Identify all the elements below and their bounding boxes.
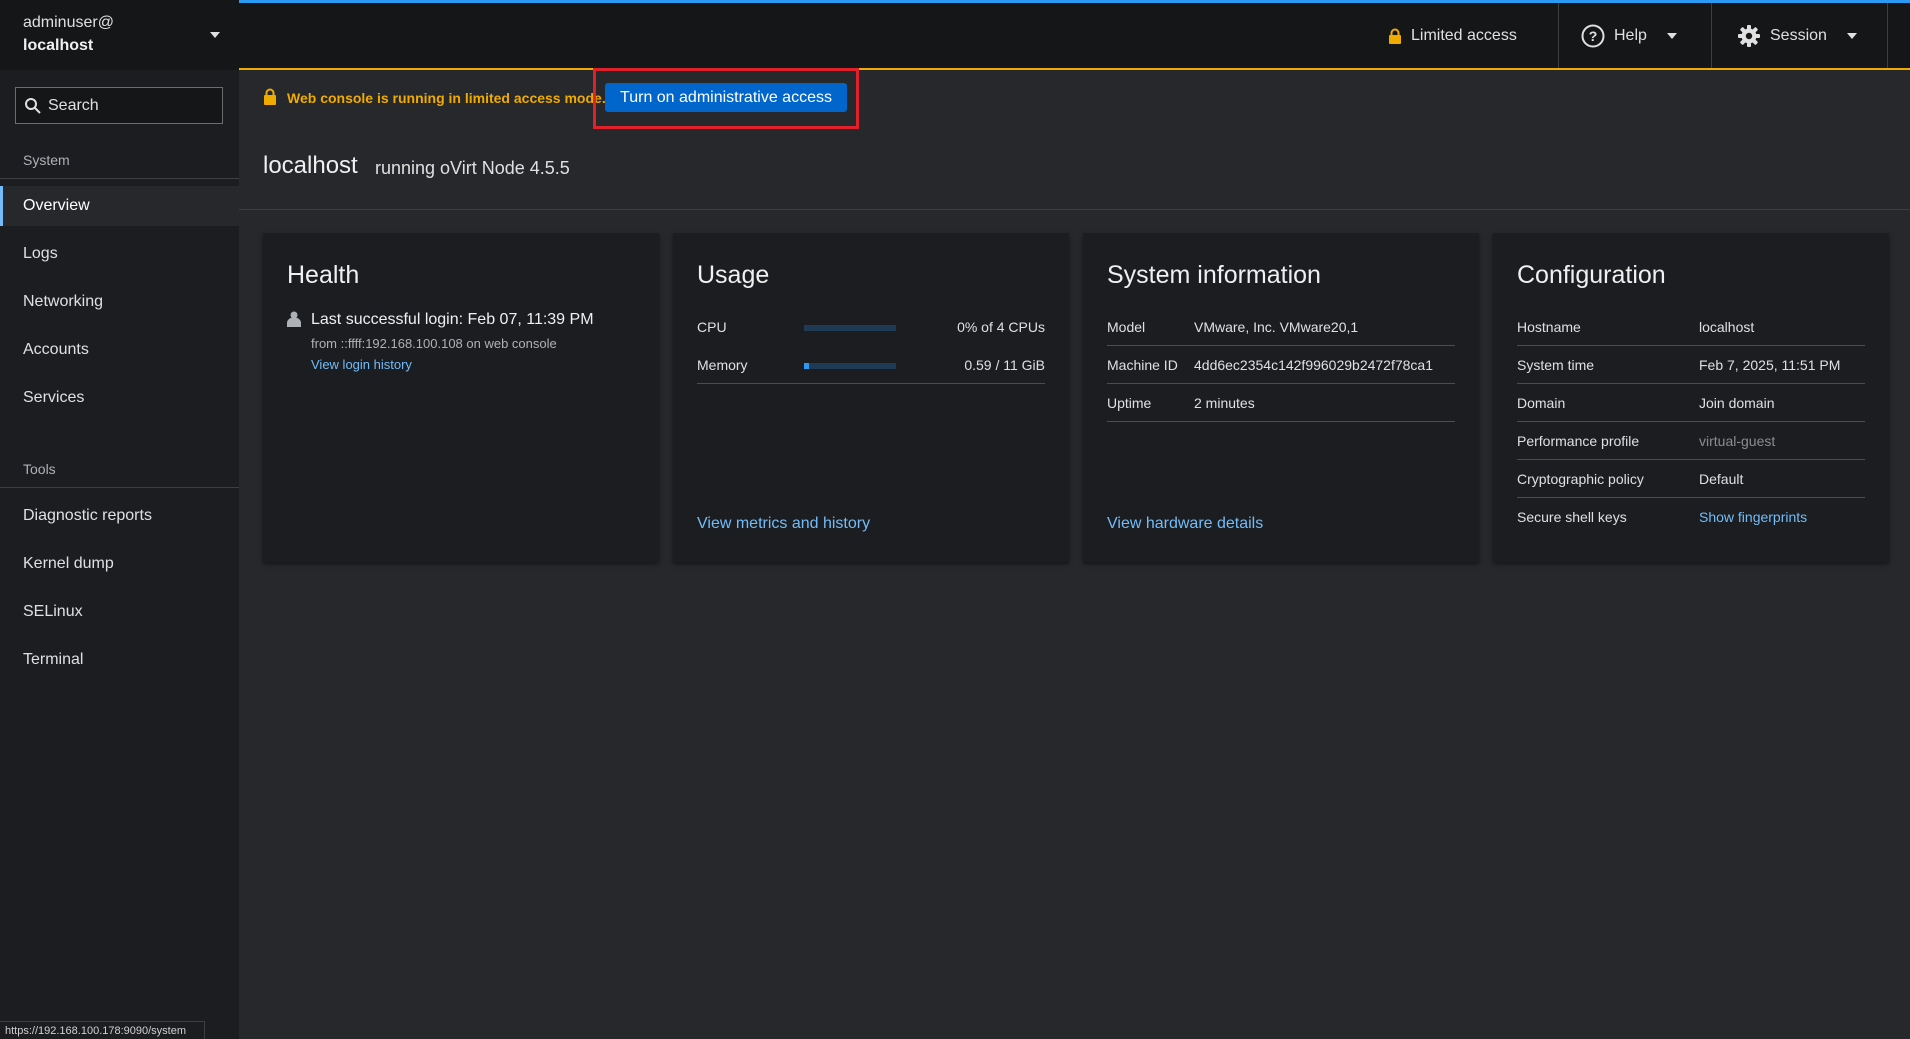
view-login-history-link[interactable]: View login history [311,357,412,372]
model-label: Model [1107,319,1146,335]
model-value: VMware, Inc. VMware20,1 [1194,319,1359,335]
nav-section-tools: Tools [23,461,56,477]
help-menu-button[interactable]: ? Help [1581,3,1677,68]
help-icon: ? [1581,24,1605,48]
health-card: Health Last successful login: Feb 07, 11… [263,233,659,562]
status-url: https://192.168.100.178:9090/system [0,1021,205,1039]
row-divider [1107,345,1455,346]
topbar-separator [1558,3,1559,68]
lock-icon [263,88,277,110]
memory-usage-bar [804,363,896,369]
chevron-down-icon [210,32,220,38]
limited-access-button[interactable]: Limited access [1388,3,1517,68]
svg-text:?: ? [1589,28,1598,44]
nav-section-system: System [23,152,70,168]
domain-label: Domain [1517,395,1566,411]
search-icon [25,98,41,114]
configuration-card: Configuration Hostname localhost System … [1493,233,1889,562]
memory-usage-fill [804,363,809,369]
sidebar-item-selinux[interactable]: SELinux [0,592,239,632]
performance-profile-label: Performance profile [1517,433,1640,449]
topbar-separator [1711,3,1712,68]
nav-divider [0,487,239,488]
search-input[interactable]: Search [15,87,223,124]
limited-access-alert: Web console is running in limited access… [287,90,606,106]
system-time-value: Feb 7, 2025, 11:51 PM [1699,357,1841,373]
card-title: Health [287,261,360,289]
row-divider [1517,497,1865,498]
sidebar-item-kernel-dump[interactable]: Kernel dump [0,544,239,584]
search-label: Search [48,97,99,114]
machine-id-value: 4dd6ec2354c142f996029b2472f78ca1 [1194,357,1434,373]
sidebar-item-logs[interactable]: Logs [0,234,239,274]
sidebar-item-diagnostic-reports[interactable]: Diagnostic reports [0,496,239,536]
card-title: Usage [697,261,770,289]
sidebar-item-services[interactable]: Services [0,378,239,418]
topbar-separator [1887,3,1888,68]
top-bar: Limited access ? Help Session [239,0,1910,70]
sidebar-item-networking[interactable]: Networking [0,282,239,322]
hostname-value: localhost [1699,319,1755,335]
chevron-down-icon [1846,32,1857,39]
cpu-label: CPU [697,319,727,335]
session-label: Session [1770,26,1827,44]
page-subtitle: running oVirt Node 4.5.5 [375,158,570,178]
row-divider [1107,421,1455,422]
user-icon [287,311,301,332]
cpu-value: 0% of 4 CPUs [957,319,1045,335]
host-name: localhost [23,37,94,54]
header-divider [239,209,1910,210]
memory-value: 0.59 / 11 GiB [964,357,1045,373]
view-hardware-details-link[interactable]: View hardware details [1107,515,1263,533]
row-divider [1517,345,1865,346]
crypto-policy-label: Cryptographic policy [1517,471,1644,487]
uptime-label: Uptime [1107,395,1152,411]
last-login-source: from ::ffff:192.168.100.108 on web conso… [311,336,557,351]
row-divider [1517,383,1865,384]
row-divider [1107,383,1455,384]
show-fingerprints-link[interactable]: Show fingerprints [1699,509,1807,525]
sidebar: adminuser@ localhost Search System Overv… [0,0,239,1039]
hostname-label: Hostname [1517,319,1581,335]
crypto-policy-button[interactable]: Default [1699,471,1743,487]
page-title: localhost [263,152,358,179]
row-divider [1517,421,1865,422]
card-title: System information [1107,261,1321,289]
ssh-keys-label: Secure shell keys [1517,509,1627,525]
last-login-text: Last successful login: Feb 07, 11:39 PM [311,311,594,328]
view-metrics-link[interactable]: View metrics and history [697,515,870,533]
memory-label: Memory [697,357,748,373]
nav-divider [0,178,239,179]
turn-on-admin-access-button[interactable]: Turn on administrative access [605,83,847,112]
lock-icon [1388,28,1402,44]
host-user: adminuser@ [23,14,114,31]
sidebar-item-accounts[interactable]: Accounts [0,330,239,370]
gear-icon [1737,24,1761,48]
host-switcher[interactable]: adminuser@ localhost [0,0,239,70]
join-domain-button[interactable]: Join domain [1699,395,1775,411]
card-title: Configuration [1517,261,1666,289]
help-label: Help [1614,26,1647,44]
cpu-usage-bar [804,325,896,331]
sidebar-item-overview[interactable]: Overview [0,186,239,226]
session-menu-button[interactable]: Session [1737,3,1857,68]
row-divider [697,383,1045,384]
machine-id-label: Machine ID [1107,357,1178,373]
limited-access-label: Limited access [1411,26,1517,44]
uptime-value: 2 minutes [1194,395,1255,411]
row-divider [1517,459,1865,460]
performance-profile-value[interactable]: virtual-guest [1699,433,1775,449]
sidebar-item-terminal[interactable]: Terminal [0,640,239,680]
system-time-label: System time [1517,357,1595,373]
chevron-down-icon [1666,32,1677,39]
usage-card: Usage CPU 0% of 4 CPUs Memory 0.59 / 11 … [673,233,1069,562]
system-information-card: System information Model VMware, Inc. VM… [1083,233,1479,562]
